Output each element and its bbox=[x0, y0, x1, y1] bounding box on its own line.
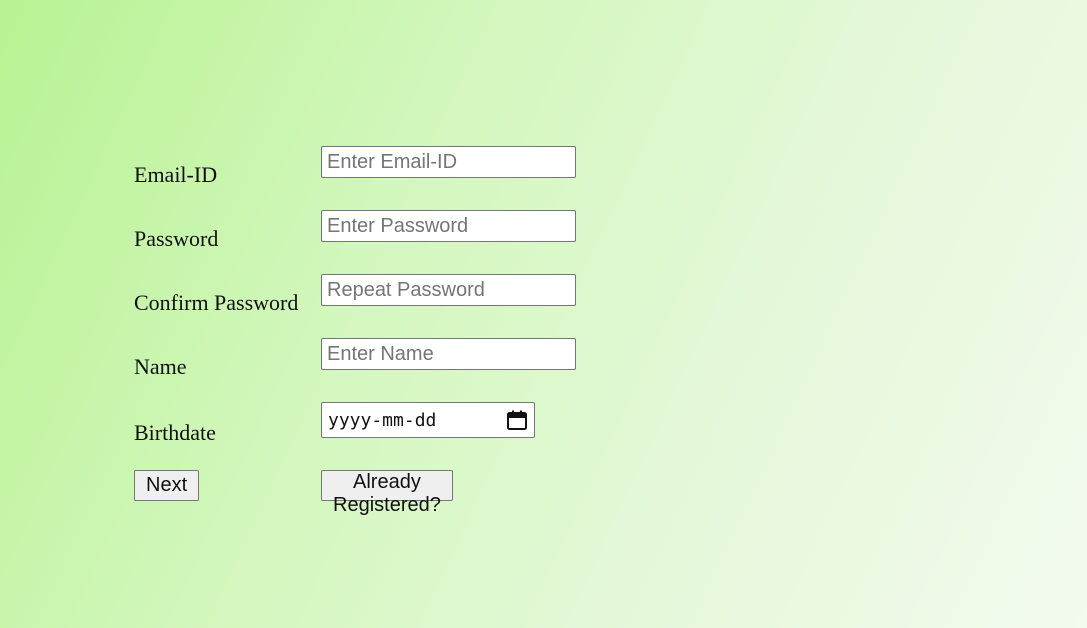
next-button[interactable]: Next bbox=[134, 470, 200, 501]
birthdate-field[interactable]: yyyy-mm-dd bbox=[321, 402, 535, 438]
confirm-password-label: Confirm Password bbox=[134, 290, 299, 315]
calendar-icon[interactable] bbox=[506, 409, 528, 431]
name-label: Name bbox=[134, 354, 187, 379]
password-label: Password bbox=[134, 226, 219, 251]
password-field[interactable] bbox=[321, 210, 576, 242]
name-field[interactable] bbox=[321, 338, 576, 370]
email-label: Email-ID bbox=[134, 162, 218, 187]
birthdate-placeholder: yyyy-mm-dd bbox=[328, 409, 437, 431]
birthdate-label: Birthdate bbox=[134, 420, 216, 445]
already-registered-button[interactable]: Already Registered? bbox=[321, 470, 453, 516]
confirm-password-field[interactable] bbox=[321, 274, 576, 306]
email-field[interactable] bbox=[321, 146, 576, 178]
